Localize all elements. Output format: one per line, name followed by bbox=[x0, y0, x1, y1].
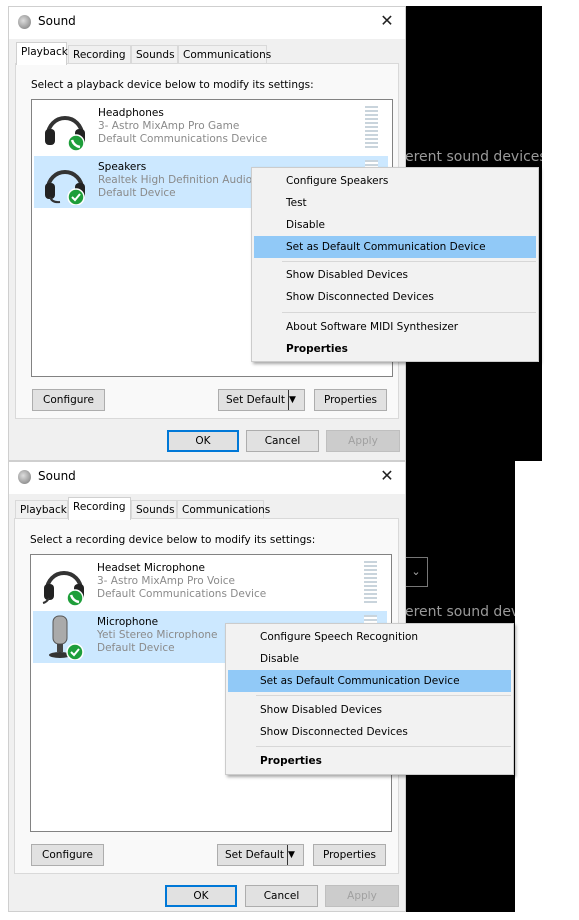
menu-item-show-disabled[interactable]: Show Disabled Devices bbox=[228, 699, 511, 721]
menu-item-properties[interactable]: Properties bbox=[228, 750, 511, 772]
level-meter bbox=[365, 106, 378, 148]
headset-icon bbox=[45, 170, 85, 205]
menu-item-show-disconnected[interactable]: Show Disconnected Devices bbox=[254, 286, 536, 308]
menu-separator bbox=[256, 746, 511, 747]
level-meter bbox=[364, 561, 377, 603]
tab-recording[interactable]: Recording bbox=[68, 497, 131, 520]
set-default-button[interactable]: Set Default ▼ bbox=[218, 389, 305, 411]
microphone-icon bbox=[49, 615, 84, 660]
device-description: Realtek High Definition Audio bbox=[98, 174, 253, 186]
speaker-icon bbox=[18, 470, 31, 484]
level-meter bbox=[364, 615, 377, 623]
set-default-label: Set Default bbox=[226, 394, 285, 406]
menu-item-configure-speech[interactable]: Configure Speech Recognition bbox=[228, 626, 511, 648]
check-badge-icon bbox=[66, 643, 84, 660]
menu-separator bbox=[282, 261, 536, 262]
context-menu-playback: Configure Speakers Test Disable Set as D… bbox=[251, 167, 539, 362]
check-badge-icon bbox=[67, 188, 85, 205]
menu-item-set-default-communication[interactable]: Set as Default Communication Device bbox=[254, 236, 536, 258]
device-item-headphones[interactable]: Headphones 3- Astro MixAmp Pro Game Defa… bbox=[34, 102, 388, 154]
properties-button[interactable]: Properties bbox=[314, 389, 387, 411]
device-name: Headphones bbox=[98, 107, 164, 119]
device-description: 3- Astro MixAmp Pro Voice bbox=[97, 575, 235, 587]
menu-item-disable[interactable]: Disable bbox=[228, 648, 511, 670]
tab-sounds[interactable]: Sounds bbox=[131, 45, 178, 64]
menu-item-set-default-communication[interactable]: Set as Default Communication Device bbox=[228, 670, 511, 692]
context-menu-recording: Configure Speech Recognition Disable Set… bbox=[225, 623, 514, 775]
tab-communications[interactable]: Communications bbox=[177, 500, 270, 519]
device-status: Default Device bbox=[97, 642, 175, 654]
configure-button[interactable]: Configure bbox=[31, 844, 104, 866]
configure-button[interactable]: Configure bbox=[32, 389, 105, 411]
speaker-icon bbox=[18, 15, 31, 29]
tab-playback[interactable]: Playback bbox=[15, 500, 68, 519]
ok-button[interactable]: OK bbox=[165, 885, 237, 907]
cancel-button[interactable]: Cancel bbox=[246, 430, 319, 452]
cancel-button[interactable]: Cancel bbox=[245, 885, 318, 907]
tab-communications[interactable]: Communications bbox=[178, 45, 271, 64]
tab-recording[interactable]: Recording bbox=[68, 45, 131, 64]
close-icon[interactable]: ✕ bbox=[377, 11, 397, 30]
instruction-text: Select a recording device below to modif… bbox=[30, 534, 316, 546]
background-text: erent sound devices t bbox=[405, 149, 542, 165]
menu-separator bbox=[282, 312, 536, 313]
title-bar: Sound ✕ bbox=[9, 462, 405, 494]
phone-badge-icon bbox=[66, 589, 84, 606]
menu-item-show-disabled[interactable]: Show Disabled Devices bbox=[254, 264, 536, 286]
tab-playback[interactable]: Playback bbox=[16, 42, 68, 65]
device-item-headset-microphone[interactable]: Headset Microphone 3- Astro MixAmp Pro V… bbox=[33, 557, 387, 609]
device-description: 3- Astro MixAmp Pro Game bbox=[98, 120, 240, 132]
device-name: Headset Microphone bbox=[97, 562, 205, 574]
background-text: erent sound devic bbox=[405, 604, 515, 620]
device-name: Microphone bbox=[97, 616, 159, 628]
ok-button[interactable]: OK bbox=[167, 430, 239, 452]
tab-sounds[interactable]: Sounds bbox=[131, 500, 177, 519]
dropdown-arrow-icon[interactable]: ▼ bbox=[288, 390, 304, 410]
properties-button[interactable]: Properties bbox=[313, 844, 386, 866]
window-title: Sound bbox=[38, 14, 76, 28]
menu-item-properties[interactable]: Properties bbox=[254, 338, 536, 360]
close-icon[interactable]: ✕ bbox=[377, 466, 397, 485]
title-bar: Sound ✕ bbox=[9, 7, 405, 39]
menu-item-test[interactable]: Test bbox=[254, 192, 536, 214]
menu-item-about-midi[interactable]: About Software MIDI Synthesizer bbox=[254, 316, 536, 338]
set-default-button[interactable]: Set Default ▼ bbox=[217, 844, 304, 866]
apply-button[interactable]: Apply bbox=[326, 430, 400, 452]
chevron-down-icon[interactable]: ⌄ bbox=[405, 557, 428, 587]
window-title: Sound bbox=[38, 469, 76, 483]
device-description: Yeti Stereo Microphone bbox=[97, 629, 218, 641]
device-status: Default Communications Device bbox=[97, 588, 267, 600]
device-status: Default Device bbox=[98, 187, 176, 199]
headset-icon bbox=[42, 571, 84, 606]
menu-item-show-disconnected[interactable]: Show Disconnected Devices bbox=[228, 721, 511, 743]
menu-item-configure-speakers[interactable]: Configure Speakers bbox=[254, 170, 536, 192]
headphones-icon bbox=[45, 116, 85, 151]
apply-button[interactable]: Apply bbox=[325, 885, 399, 907]
dropdown-arrow-icon[interactable]: ▼ bbox=[287, 845, 303, 865]
device-name: Speakers bbox=[98, 161, 147, 173]
phone-badge-icon bbox=[67, 134, 85, 151]
set-default-label: Set Default bbox=[225, 849, 284, 861]
device-status: Default Communications Device bbox=[98, 133, 268, 145]
menu-item-disable[interactable]: Disable bbox=[254, 214, 536, 236]
instruction-text: Select a playback device below to modify… bbox=[31, 79, 314, 91]
menu-separator bbox=[256, 695, 511, 696]
